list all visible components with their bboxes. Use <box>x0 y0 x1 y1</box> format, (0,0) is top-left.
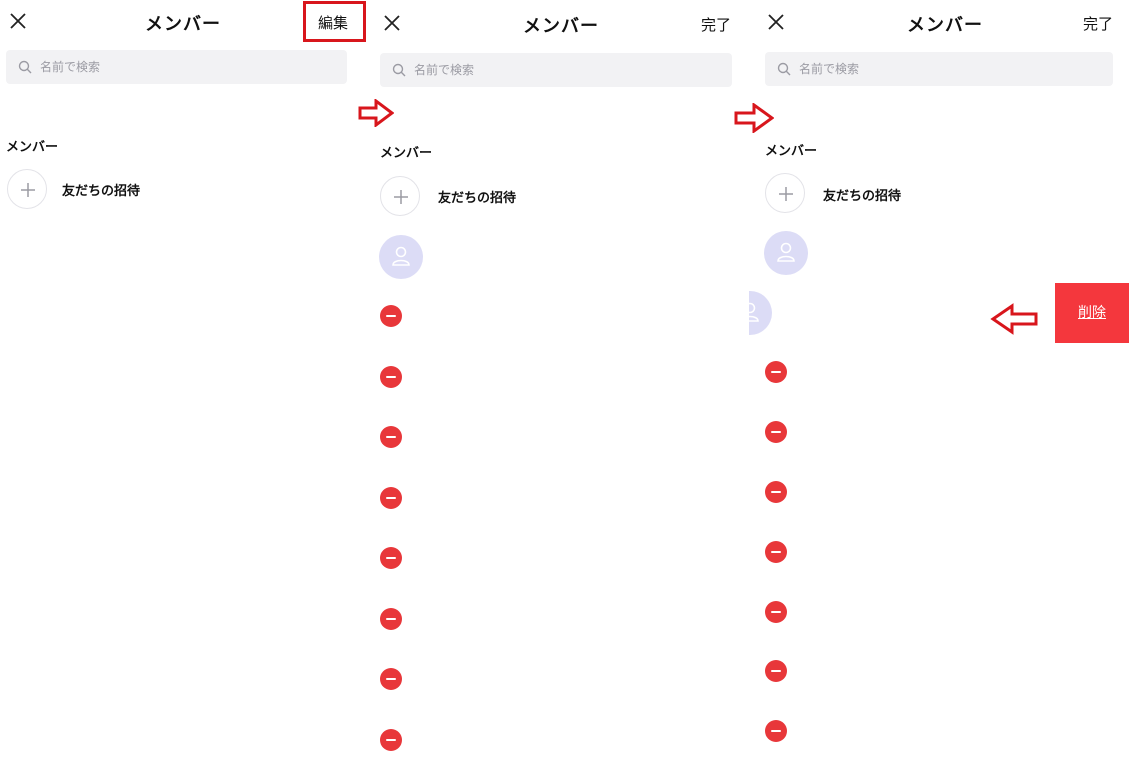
section-label: メンバー <box>6 140 59 155</box>
search-icon <box>18 59 34 75</box>
plus-icon[interactable] <box>7 169 47 209</box>
page-title: メンバー <box>523 16 599 37</box>
avatar <box>379 235 423 279</box>
plus-icon[interactable] <box>765 173 805 213</box>
search-placeholder: 名前で検索 <box>40 60 101 74</box>
page-title: メンバー <box>907 15 983 36</box>
remove-icon[interactable] <box>380 426 402 448</box>
remove-icon[interactable] <box>765 541 787 563</box>
search-input[interactable]: 名前で検索 <box>6 50 347 84</box>
arrow-right-icon <box>734 102 775 137</box>
search-input[interactable]: 名前で検索 <box>765 52 1113 86</box>
arrow-left-icon <box>990 303 1038 339</box>
remove-icon[interactable] <box>380 305 402 327</box>
avatar <box>764 231 808 275</box>
remove-icon[interactable] <box>380 487 402 509</box>
done-button[interactable]: 完了 <box>1083 13 1113 34</box>
search-input[interactable]: 名前で検索 <box>380 53 732 87</box>
remove-icon[interactable] <box>765 660 787 682</box>
search-placeholder: 名前で検索 <box>414 63 475 77</box>
remove-icon[interactable] <box>765 601 787 623</box>
remove-icon[interactable] <box>765 421 787 443</box>
invite-label: 友だちの招待 <box>62 184 141 199</box>
search-icon <box>392 62 408 78</box>
page-title: メンバー <box>145 14 221 35</box>
remove-icon[interactable] <box>380 729 402 751</box>
plus-icon[interactable] <box>380 176 420 216</box>
section-label: メンバー <box>380 146 433 161</box>
close-icon[interactable] <box>383 14 403 34</box>
remove-icon[interactable] <box>765 720 787 742</box>
highlight-box <box>303 1 366 42</box>
done-button[interactable]: 完了 <box>701 14 731 35</box>
search-placeholder: 名前で検索 <box>799 62 860 76</box>
invite-label: 友だちの招待 <box>823 189 902 204</box>
swiped-member-row[interactable] <box>749 291 779 337</box>
remove-icon[interactable] <box>765 481 787 503</box>
search-icon <box>777 61 793 77</box>
remove-icon[interactable] <box>765 361 787 383</box>
avatar <box>749 291 772 335</box>
close-icon[interactable] <box>767 13 787 33</box>
invite-label: 友だちの招待 <box>438 191 517 206</box>
remove-icon[interactable] <box>380 547 402 569</box>
remove-icon[interactable] <box>380 608 402 630</box>
remove-icon[interactable] <box>380 366 402 388</box>
delete-button[interactable]: 削除 <box>1055 283 1129 343</box>
section-label: メンバー <box>765 144 818 159</box>
remove-icon[interactable] <box>380 668 402 690</box>
arrow-right-icon <box>358 98 395 131</box>
close-icon[interactable] <box>9 12 29 32</box>
